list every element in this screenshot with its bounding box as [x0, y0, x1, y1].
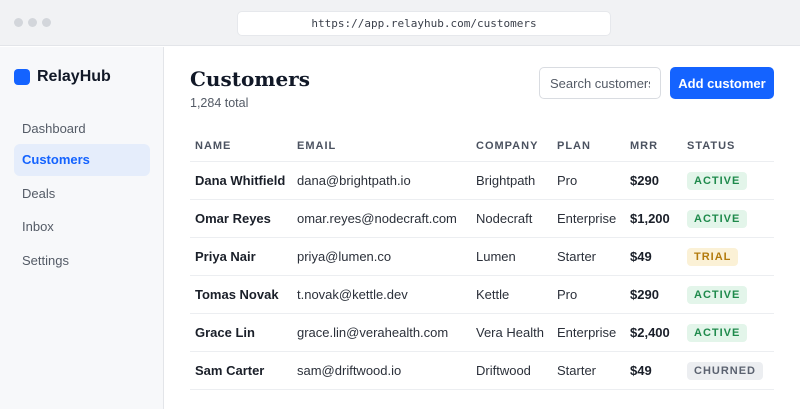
customer-mrr: $2,400 — [630, 325, 670, 340]
table-row[interactable]: Omar Reyes omar.reyes@nodecraft.com Node… — [190, 200, 774, 238]
customer-count: 1,284 total — [190, 96, 249, 110]
customer-email: t.novak@kettle.dev — [297, 287, 408, 302]
status-badge: ACTIVE — [687, 323, 748, 342]
customer-company: Brightpath — [476, 173, 536, 188]
customer-name: Sam Carter — [195, 363, 265, 378]
customer-mrr: $1,200 — [630, 211, 670, 226]
brand-name: RelayHub — [37, 68, 111, 85]
customer-mrr: $49 — [630, 249, 652, 264]
customer-plan: Enterprise — [557, 211, 617, 226]
sidebar-item-deals[interactable]: Deals — [14, 178, 150, 210]
brand-logo-icon — [14, 69, 30, 85]
customer-plan: Starter — [557, 249, 597, 264]
page-title: Customers — [190, 67, 310, 91]
column-header-mrr[interactable]: MRR — [630, 130, 658, 161]
column-header-plan[interactable]: PLAN — [557, 130, 591, 161]
table-header-row: NAME EMAIL COMPANY PLAN MRR STATUS — [190, 130, 774, 162]
column-header-name[interactable]: NAME — [195, 130, 231, 161]
customer-email: grace.lin@verahealth.com — [297, 325, 449, 340]
sidebar-item-customers[interactable]: Customers — [14, 144, 150, 176]
status-badge: CHURNED — [687, 361, 763, 380]
window-maximize-icon[interactable] — [42, 18, 51, 27]
customer-name: Priya Nair — [195, 249, 256, 264]
sidebar-item-inbox[interactable]: Inbox — [14, 211, 150, 243]
address-bar[interactable]: https://app.relayhub.com/customers — [237, 11, 611, 36]
search-input[interactable] — [539, 67, 661, 99]
status-badge: ACTIVE — [687, 171, 748, 190]
customer-plan: Enterprise — [557, 325, 617, 340]
column-header-status[interactable]: STATUS — [687, 130, 735, 161]
sidebar-item-dashboard[interactable]: Dashboard — [14, 113, 150, 145]
table-row[interactable]: Tomas Novak t.novak@kettle.dev Kettle Pr… — [190, 276, 774, 314]
customer-company: Lumen — [476, 249, 516, 264]
customer-mrr: $290 — [630, 287, 659, 302]
table-row[interactable]: Priya Nair priya@lumen.co Lumen Starter … — [190, 238, 774, 276]
customer-plan: Pro — [557, 287, 578, 302]
table-row[interactable]: Grace Lin grace.lin@verahealth.com Vera … — [190, 314, 774, 352]
browser-chrome: https://app.relayhub.com/customers — [0, 0, 800, 46]
customer-plan: Starter — [557, 363, 597, 378]
column-header-company[interactable]: COMPANY — [476, 130, 538, 161]
status-badge: ACTIVE — [687, 285, 748, 304]
window-close-icon[interactable] — [14, 18, 23, 27]
add-customer-button[interactable]: Add customer — [670, 67, 774, 99]
status-badge: ACTIVE — [687, 209, 748, 228]
window-minimize-icon[interactable] — [28, 18, 37, 27]
customer-company: Nodecraft — [476, 211, 533, 226]
customer-name: Omar Reyes — [195, 211, 271, 226]
column-header-email[interactable]: EMAIL — [297, 130, 336, 161]
sidebar-item-settings[interactable]: Settings — [14, 245, 150, 277]
customer-company: Vera Health — [476, 325, 544, 340]
customer-company: Driftwood — [476, 363, 531, 378]
table-row[interactable]: Dana Whitfield dana@brightpath.io Bright… — [190, 162, 774, 200]
customer-plan: Pro — [557, 173, 578, 188]
customer-email: dana@brightpath.io — [297, 173, 411, 188]
customer-mrr: $290 — [630, 173, 659, 188]
customer-email: priya@lumen.co — [297, 249, 392, 264]
status-badge: TRIAL — [687, 247, 739, 266]
sidebar: RelayHub Dashboard Customers Deals Inbox… — [0, 47, 164, 409]
customer-email: sam@driftwood.io — [297, 363, 402, 378]
table-row[interactable]: Sam Carter sam@driftwood.io Driftwood St… — [190, 352, 774, 390]
customer-email: omar.reyes@nodecraft.com — [297, 211, 457, 226]
customer-name: Tomas Novak — [195, 287, 279, 302]
customer-company: Kettle — [476, 287, 510, 302]
customers-table: NAME EMAIL COMPANY PLAN MRR STATUS Dana … — [190, 130, 774, 390]
customer-mrr: $49 — [630, 363, 652, 378]
customer-name: Grace Lin — [195, 325, 255, 340]
customer-name: Dana Whitfield — [195, 173, 286, 188]
